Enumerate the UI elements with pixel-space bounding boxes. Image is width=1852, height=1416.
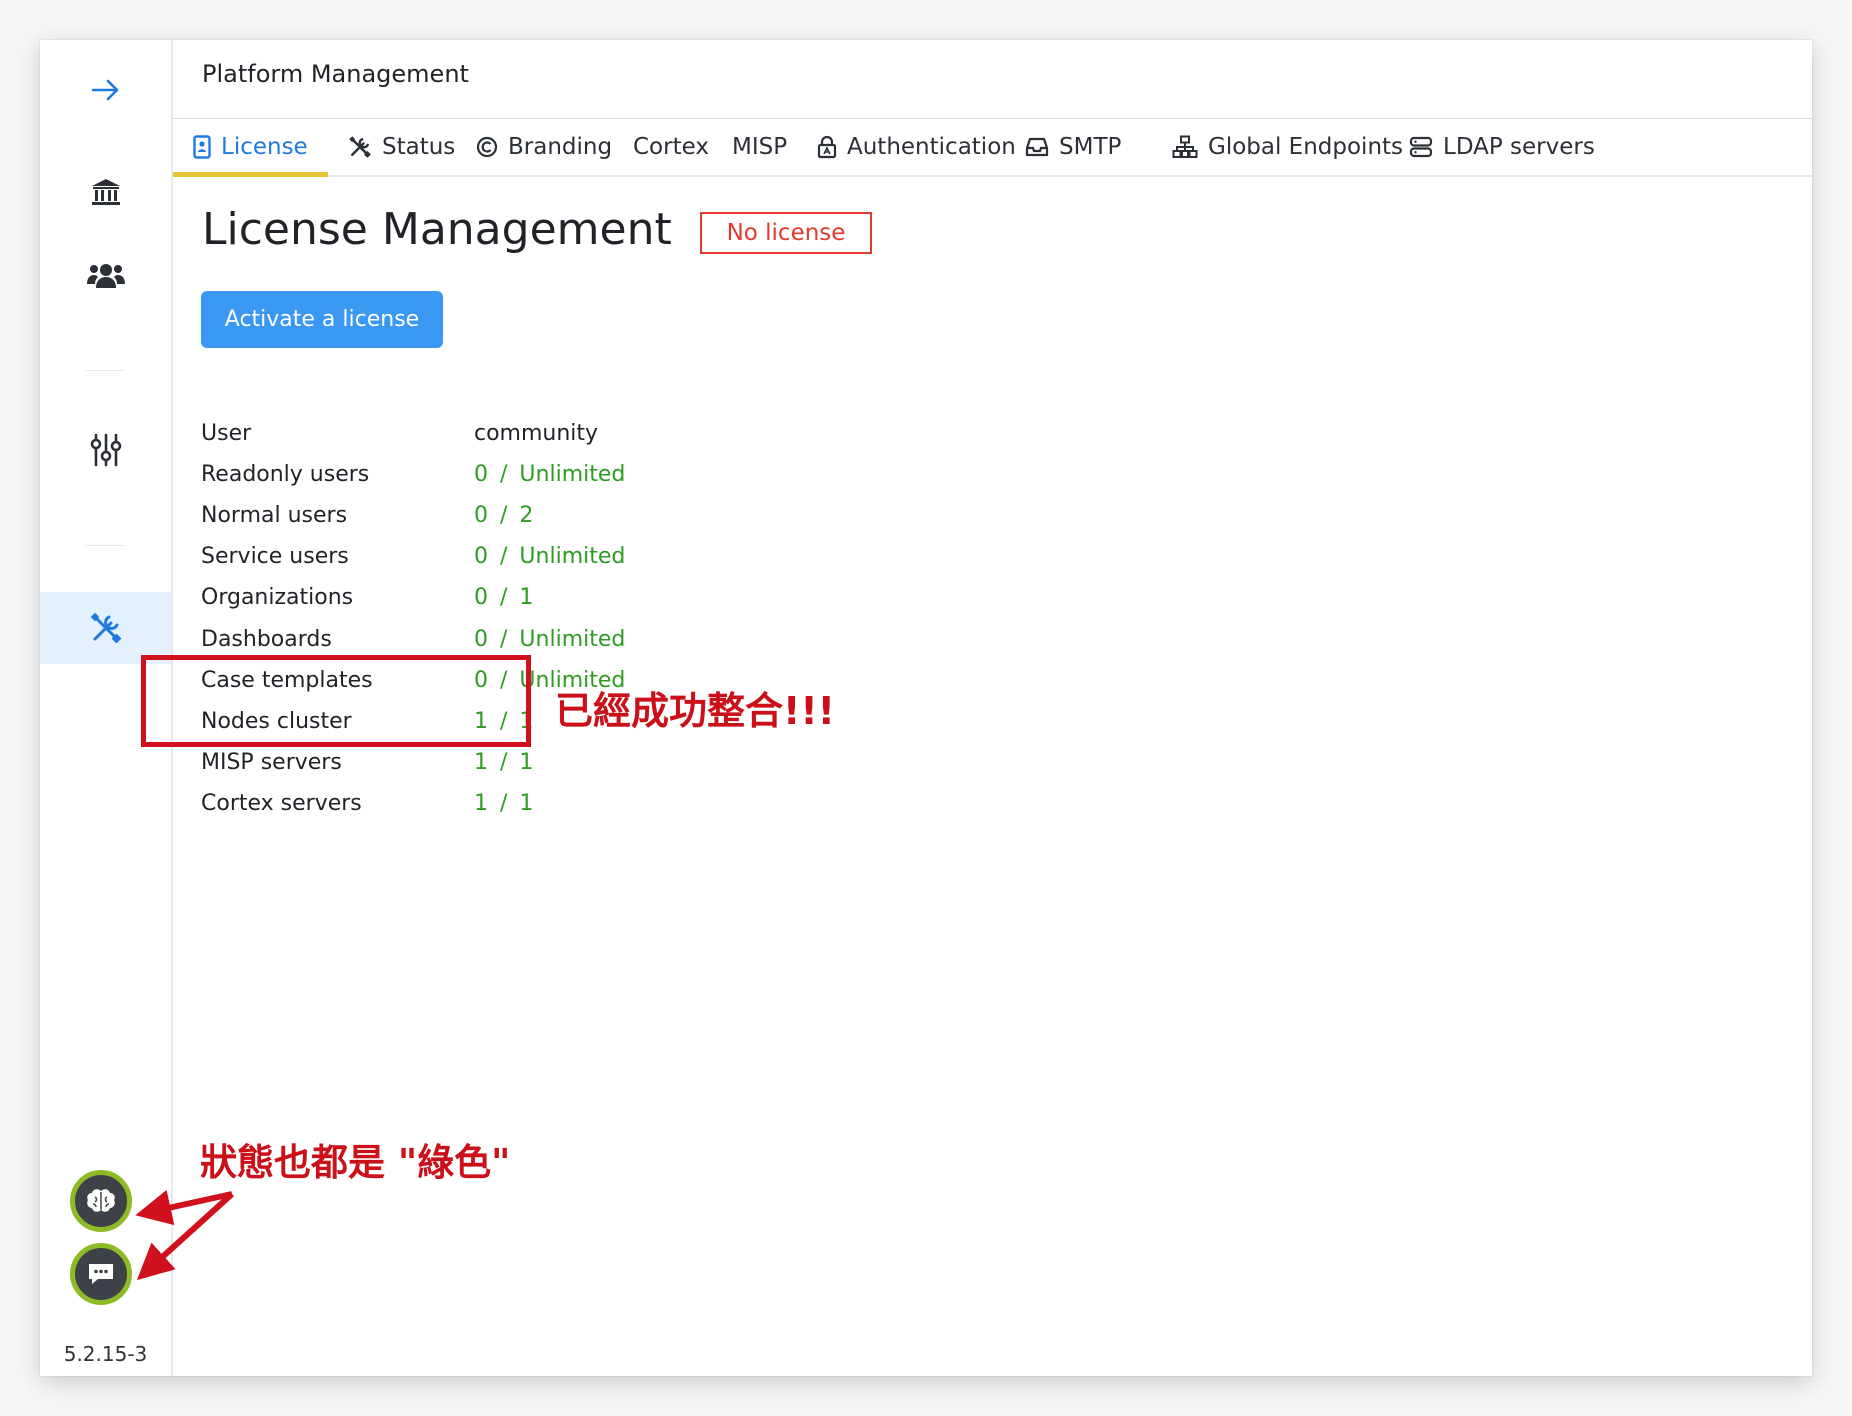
tab-branding[interactable]: Branding bbox=[456, 119, 632, 175]
license-row-label: Readonly users bbox=[201, 461, 370, 487]
header-title: Platform Management bbox=[202, 60, 469, 88]
tab-label: Authentication bbox=[847, 134, 1016, 160]
license-used-count: 0 bbox=[474, 543, 488, 569]
sidebar-divider bbox=[86, 370, 124, 371]
license-max-count: 1 bbox=[519, 584, 534, 610]
license-max-count: 1 bbox=[519, 790, 534, 816]
license-row-label: MISP servers bbox=[201, 749, 342, 775]
status-annotation: 狀態也都是 "綠色" bbox=[200, 1141, 511, 1184]
sidebar-item-settings[interactable] bbox=[40, 414, 171, 486]
sidebar-expand-button[interactable] bbox=[40, 54, 171, 126]
license-separator: / bbox=[500, 461, 508, 487]
tab-ldap-servers[interactable]: LDAP servers bbox=[1389, 119, 1615, 175]
lock-icon bbox=[817, 135, 837, 159]
license-row: Readonly users 0 / Unlimited bbox=[201, 454, 625, 494]
arrow-right-icon bbox=[91, 79, 118, 101]
license-row: Cortex servers 1 / 1 bbox=[201, 783, 533, 823]
tab-authentication[interactable]: Authentication bbox=[797, 119, 1036, 175]
tab-status[interactable]: Status bbox=[328, 119, 475, 175]
license-row-label: Dashboards bbox=[201, 626, 332, 652]
tab-license[interactable]: License bbox=[173, 119, 328, 177]
license-max-count: 2 bbox=[519, 502, 534, 528]
license-separator: / bbox=[500, 543, 508, 569]
server-icon bbox=[1409, 136, 1433, 158]
tab-bar: License Status Branding Cortex MISP Auth… bbox=[173, 119, 1812, 177]
license-max-count: Unlimited bbox=[519, 461, 626, 487]
license-max-count: 1 bbox=[519, 749, 534, 775]
license-used-count: 0 bbox=[474, 584, 488, 610]
tab-global-endpoints[interactable]: Global Endpoints bbox=[1152, 119, 1423, 175]
copyright-icon bbox=[476, 136, 498, 158]
sidebar-item-users[interactable] bbox=[40, 240, 171, 312]
page-header: Platform Management bbox=[173, 40, 1812, 119]
sidebar-item-platform-management[interactable] bbox=[40, 592, 171, 664]
app-version: 5.2.15-3 bbox=[63, 1342, 148, 1366]
tab-label: MISP bbox=[732, 134, 788, 160]
license-used-count: 1 bbox=[474, 790, 488, 816]
tools-icon bbox=[90, 612, 121, 644]
license-max-count: Unlimited bbox=[519, 543, 626, 569]
license-max-count: Unlimited bbox=[519, 626, 626, 652]
activate-license-button[interactable]: Activate a license bbox=[201, 291, 443, 348]
license-row: Service users 0 / Unlimited bbox=[201, 536, 625, 576]
users-icon bbox=[86, 264, 125, 288]
page-title: License Management bbox=[202, 204, 672, 255]
license-used-count: 0 bbox=[474, 626, 488, 652]
sidebar-item-organisations[interactable] bbox=[40, 156, 171, 228]
license-separator: / bbox=[500, 790, 508, 816]
sliders-icon bbox=[90, 433, 121, 467]
license-separator: / bbox=[500, 502, 508, 528]
tab-misp[interactable]: MISP bbox=[712, 119, 807, 175]
integration-annotation: 已經成功整合!!! bbox=[555, 689, 835, 733]
license-row: Organizations 0 / 1 bbox=[201, 577, 533, 617]
license-row-label: Organizations bbox=[201, 584, 354, 610]
license-used-count: 0 bbox=[474, 461, 488, 487]
tab-smtp[interactable]: SMTP bbox=[1005, 119, 1141, 175]
tab-label: LDAP servers bbox=[1443, 134, 1595, 160]
tab-label: License bbox=[221, 134, 308, 160]
license-status-badge: No license bbox=[700, 212, 872, 254]
license-row-label: Service users bbox=[201, 543, 349, 569]
tab-label: Status bbox=[382, 134, 456, 160]
license-separator: / bbox=[500, 749, 508, 775]
license-row-user: User community bbox=[201, 413, 598, 453]
license-used-count: 0 bbox=[474, 502, 488, 528]
license-row: MISP servers 1 / 1 bbox=[201, 742, 533, 782]
license-row-label: Cortex servers bbox=[201, 790, 362, 816]
sidebar-divider bbox=[86, 545, 124, 546]
license-separator: / bbox=[500, 584, 508, 610]
brain-icon bbox=[87, 1189, 115, 1212]
license-row-label: Normal users bbox=[201, 502, 348, 528]
bank-icon bbox=[91, 179, 120, 205]
license-used-count: 1 bbox=[474, 749, 488, 775]
license-row: Dashboards 0 / Unlimited bbox=[201, 619, 625, 659]
tab-label: SMTP bbox=[1059, 134, 1122, 160]
misp-status-indicator[interactable] bbox=[70, 1243, 132, 1305]
network-icon bbox=[1172, 135, 1198, 158]
id-badge-icon bbox=[193, 135, 211, 159]
license-row: Normal users 0 / 2 bbox=[201, 495, 533, 535]
highlight-box bbox=[141, 655, 531, 747]
license-separator: / bbox=[500, 626, 508, 652]
tab-label: Branding bbox=[508, 134, 613, 160]
tools-icon bbox=[349, 136, 371, 158]
inbox-icon bbox=[1025, 137, 1049, 157]
tab-label: Cortex bbox=[633, 134, 709, 160]
license-row-label: User bbox=[201, 420, 252, 446]
cortex-status-indicator[interactable] bbox=[70, 1170, 132, 1232]
tab-label: Global Endpoints bbox=[1208, 134, 1404, 160]
chat-icon bbox=[89, 1264, 113, 1284]
license-user-value: community bbox=[474, 420, 599, 446]
